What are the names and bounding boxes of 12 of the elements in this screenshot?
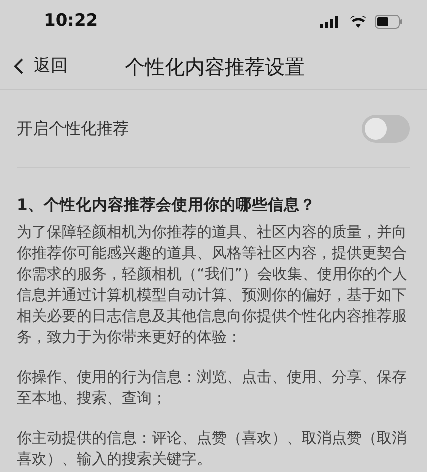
back-button[interactable]: 返回 xyxy=(0,54,68,80)
paragraph: 你主动提供的信息：评论、点赞（喜欢）、取消点赞（取消喜欢）、输入的搜索关键字。 xyxy=(17,428,408,470)
status-time: 10:22 xyxy=(44,10,98,34)
battery-icon xyxy=(375,15,403,29)
paragraph: 你操作、使用的行为信息：浏览、点击、使用、分享、保存至本地、搜索、查询； xyxy=(17,367,408,409)
wifi-icon xyxy=(350,16,367,28)
setting-label: 开启个性化推荐 xyxy=(17,118,129,140)
section-heading: 1、个性化内容推荐会使用你的哪些信息？ xyxy=(17,195,317,216)
paragraph: 为了保障轻颜相机为你推荐的道具、社区内容的质量，并向你推荐你可能感兴趣的道具、风格等社区内容，提供更契合你需求的服务，轻颜相机（“我们”）会收集、使用你的个人信息并通过计算机模型自动计算、预测你的偏好，基于如下相关必要的日志信息及其他信息向你提供个性化内容推荐服务，致力于为你带来更好的体验： xyxy=(17,222,409,348)
page-title: 个性化内容推荐设置 xyxy=(125,54,305,80)
chevron-left-icon xyxy=(14,58,24,75)
toggle-switch[interactable] xyxy=(362,114,410,142)
